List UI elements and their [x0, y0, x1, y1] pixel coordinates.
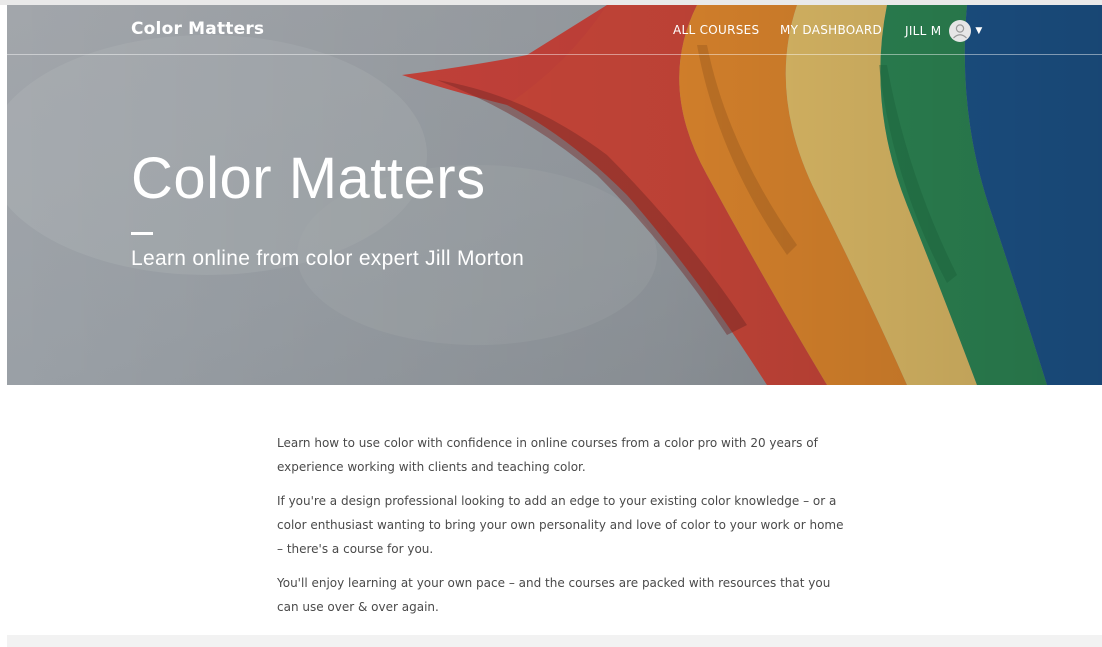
- hero-title: Color Matters: [131, 146, 486, 211]
- user-name: JILL M: [905, 24, 942, 38]
- intro-paragraph-2: If you're a design professional looking …: [277, 494, 844, 556]
- hero-banner: Color Matters ALL COURSES MY DASHBOARD J…: [7, 5, 1102, 385]
- user-avatar-icon: [949, 20, 972, 42]
- intro-paragraph-1: Learn how to use color with confidence i…: [277, 436, 818, 474]
- nav-my-dashboard-link[interactable]: MY DASHBOARD: [780, 23, 882, 37]
- top-navbar: Color Matters ALL COURSES MY DASHBOARD J…: [7, 5, 1102, 55]
- footer-strip: [7, 635, 1102, 647]
- hero-divider: [131, 232, 153, 235]
- hero-subtitle: Learn online from color expert Jill Mort…: [131, 247, 525, 270]
- brand-logo-link[interactable]: Color Matters: [131, 19, 264, 39]
- caret-down-icon: ▼: [975, 26, 983, 36]
- intro-content: Learn how to use color with confidence i…: [277, 431, 847, 629]
- intro-paragraph-3: You'll enjoy learning at your own pace –…: [277, 576, 831, 614]
- page: Color Matters ALL COURSES MY DASHBOARD J…: [0, 0, 1102, 647]
- nav-all-courses-link[interactable]: ALL COURSES: [673, 23, 759, 37]
- user-menu-dropdown[interactable]: JILL M ▼: [905, 19, 983, 43]
